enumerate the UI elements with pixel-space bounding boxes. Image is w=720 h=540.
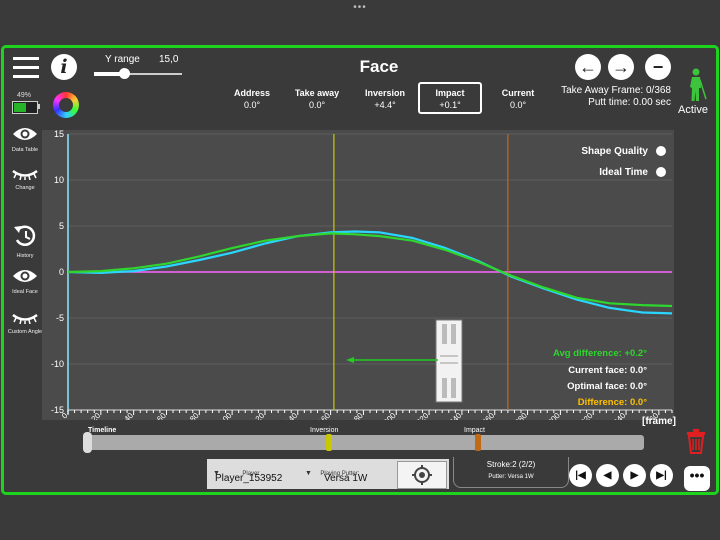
timeline-track[interactable] [86,435,644,450]
timeline-label: Timeline [88,427,117,434]
side-item-label: Ideal Face [12,289,38,295]
putter-gear-icon [412,465,432,485]
next-arrow-button[interactable]: → [608,54,634,80]
take-away-info: Take Away Frame: 0/368 Putt time: 0.00 s… [540,85,671,109]
chevron-down-icon: ▼ [305,470,312,477]
metric-value: +4.4° [374,100,396,110]
side-item-label: History [16,253,34,259]
golfer-icon [687,68,707,107]
chart-background [42,130,674,420]
metric-take-away: Take away 0.0° [282,87,352,111]
closed-eye-icon [12,313,38,325]
timeline-impact-marker[interactable] [475,434,481,451]
metric-address: Address 0.0° [217,87,287,111]
y-tick-label: -10 [51,359,64,369]
battery-percent: 49% [17,92,32,99]
last-frame-button[interactable]: ▶| [650,464,673,487]
y-tick-label: -5 [56,313,64,323]
first-frame-button[interactable]: |◀ [569,464,592,487]
prev-frame-button[interactable]: ◀ [596,464,619,487]
side-item-label: Data Table [11,147,39,153]
putter-head-graphic [435,319,463,403]
optimal-face: Optimal face: 0.0° [567,381,647,392]
player-value: Player_153952 [215,473,283,484]
info-icon[interactable]: i [51,54,77,80]
y-tick-label: 15 [54,130,64,139]
player-panel: ▼ Player Player_153952 ▼ Playing Putter:… [207,459,449,489]
eye-icon [13,270,37,282]
app-frame: i Y range 15,0 49% Face Address 0.0° Tak… [1,45,719,495]
putter-settings-button[interactable] [397,461,447,489]
status-label: Active [678,104,708,116]
timeline-inversion-label: Inversion [310,427,339,434]
side-item-custom-angle[interactable]: Custom Angle [7,311,43,336]
battery-level [14,103,26,112]
metric-value: 0.0° [243,100,261,110]
putter-value: Versa 1W [324,473,368,484]
metric-label: Impact [435,88,465,98]
stroke-putter: Putter: Versa 1W [488,474,534,480]
x-axis-unit: [frame] [642,416,676,427]
shape-quality-toggle[interactable] [656,146,666,156]
difference: Difference: 0.0° [577,397,647,408]
color-wheel-center [59,98,73,112]
stroke-info: Stroke:2 (2/2) Putter: Versa 1W [453,457,569,488]
menu-icon[interactable] [13,57,39,81]
more-options-button[interactable]: ••• [684,466,710,491]
trash-icon[interactable] [685,428,707,459]
side-item-label: Change [15,185,35,191]
timeline-impact-label: Impact [464,427,486,434]
metric-label: Take away [294,88,340,98]
ideal-time-label: Ideal Time [599,167,648,178]
metric-value: 0.0° [308,100,326,110]
side-item-ideal-face[interactable]: Ideal Face [7,268,43,296]
timeline-handle[interactable] [83,432,92,453]
side-item-label: Custom Angle [7,329,43,335]
y-tick-label: 0 [59,267,64,277]
metric-label: Inversion [364,88,405,98]
timeline-inversion-marker[interactable] [326,434,332,451]
take-away-frame: Take Away Frame: 0/368 [561,85,671,96]
y-range-label: Y range [105,54,140,65]
battery-tip [38,104,40,109]
history-icon [14,225,36,246]
y-tick-label: 10 [54,175,64,185]
closed-eye-icon [12,169,38,181]
minus-button[interactable]: − [645,54,671,80]
window-handle: ••• [353,2,367,13]
previous-arrow-button[interactable]: ← [575,54,601,80]
y-range-slider-knob[interactable] [119,68,130,79]
side-item-history[interactable]: History [7,224,43,260]
y-tick-label: 5 [59,221,64,231]
next-frame-button[interactable]: ▶ [623,464,646,487]
eye-icon [13,128,37,140]
face-chart: -15-10-5051015 0 20 40 60 80 100 120 140 160 180 2… [42,130,674,420]
current-face: Current face: 0.0° [568,365,647,376]
y-range-value: 15,0 [159,54,179,65]
putt-time: Putt time: 0.00 sec [588,97,671,108]
shape-quality-label: Shape Quality [581,146,648,157]
metric-value: +0.1° [439,100,461,110]
side-item-data-table[interactable]: Data Table [7,126,43,154]
side-item-change[interactable]: Change [7,167,43,192]
page-title: Face [359,57,399,76]
avg-difference: Avg difference: +0.2° [553,348,647,359]
ideal-time-toggle[interactable] [656,167,666,177]
metric-impact[interactable]: Impact +0.1° [415,87,485,111]
metric-inversion: Inversion +4.4° [350,87,420,111]
metric-label: Address [233,88,270,98]
stroke-count: Stroke:2 (2/2) [486,460,536,469]
